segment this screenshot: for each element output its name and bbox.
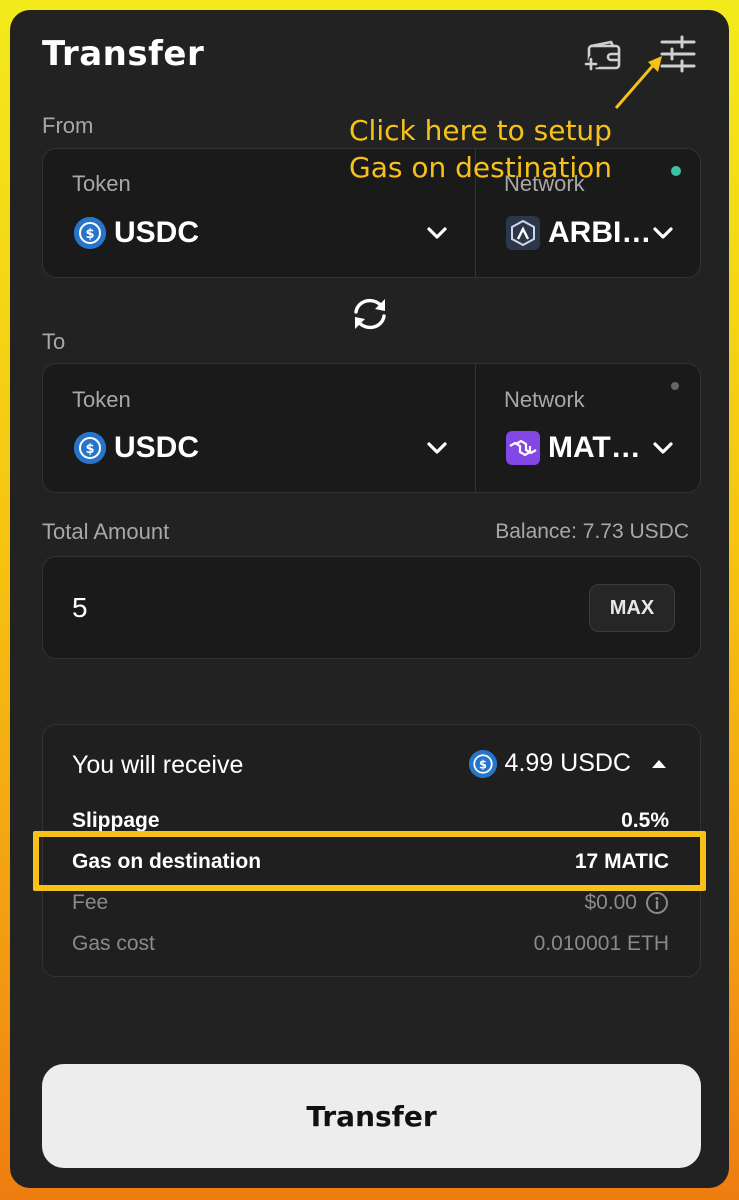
chevron-down-icon[interactable] <box>649 434 677 462</box>
receive-toggle[interactable]: $ 4.99 USDC <box>468 749 669 778</box>
gas-on-destination-highlight <box>33 831 706 891</box>
to-token-value: USDC <box>114 431 200 464</box>
to-network-label: Network <box>504 387 585 412</box>
from-token-select[interactable]: $ USDC <box>74 216 199 250</box>
fee-value: $0.00 <box>584 891 637 914</box>
swap-direction-button[interactable] <box>349 294 391 334</box>
from-token-label: Token <box>72 171 131 196</box>
chevron-down-icon[interactable] <box>423 219 451 247</box>
to-label: To <box>42 329 66 354</box>
polygon-icon <box>506 431 540 465</box>
annotation-arrow-icon <box>614 56 662 109</box>
svg-text:$: $ <box>85 442 94 457</box>
from-network-select[interactable]: ARBI… <box>506 216 651 250</box>
chevron-down-icon[interactable] <box>649 219 677 247</box>
gas-cost-label: Gas cost <box>72 932 155 955</box>
receive-value: 4.99 USDC <box>504 749 631 777</box>
fee-row-value: $0.00 <box>584 891 669 915</box>
from-label: From <box>42 113 94 138</box>
connected-status-dot <box>671 166 681 176</box>
arbitrum-icon <box>506 216 540 250</box>
info-icon[interactable] <box>645 891 669 915</box>
page-title: Transfer <box>42 34 205 74</box>
sliders-icon[interactable] <box>658 34 698 74</box>
usdc-icon: $ <box>468 749 497 778</box>
max-button[interactable]: MAX <box>589 584 675 632</box>
to-card <box>42 363 701 493</box>
fee-label: Fee <box>72 891 109 914</box>
annotation-line-1: Click here to setup <box>349 114 612 147</box>
usdc-icon: $ <box>74 217 106 249</box>
chevron-down-icon[interactable] <box>423 434 451 462</box>
from-network-value: ARBI… <box>548 216 652 249</box>
swap-icon <box>354 298 386 330</box>
gas-cost-value: 0.010001 ETH <box>533 932 669 955</box>
slippage-value: 0.5% <box>621 809 669 832</box>
svg-text:$: $ <box>85 227 94 242</box>
slippage-label: Slippage <box>72 809 160 832</box>
usdc-icon: $ <box>74 432 106 464</box>
caret-up-icon <box>652 759 666 768</box>
to-token-label: Token <box>72 387 131 412</box>
transfer-button[interactable]: Transfer <box>42 1064 701 1168</box>
balance-text: Balance: 7.73 USDC <box>495 520 689 543</box>
receive-title: You will receive <box>72 751 244 779</box>
status-dot <box>671 382 679 390</box>
total-amount-label: Total Amount <box>42 519 170 544</box>
setup-gas-annotation: Click here to setup Gas on destination <box>349 112 612 186</box>
svg-text:$: $ <box>479 757 487 771</box>
from-token-value: USDC <box>114 216 200 249</box>
to-token-select[interactable]: $ USDC <box>74 431 199 465</box>
amount-value[interactable]: 5 <box>72 592 88 624</box>
to-network-select[interactable]: MAT… <box>506 431 641 465</box>
annotation-line-2: Gas on destination <box>349 151 613 184</box>
to-network-value: MAT… <box>548 431 641 464</box>
